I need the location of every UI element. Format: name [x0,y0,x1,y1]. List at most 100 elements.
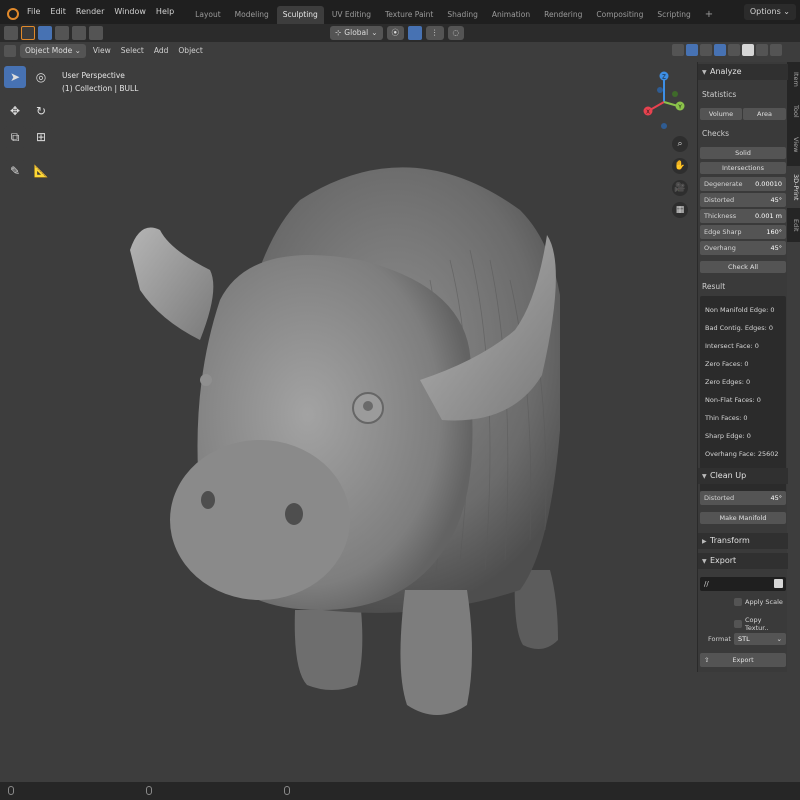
mouse-right-icon [284,786,290,795]
menu-help[interactable]: Help [151,0,179,24]
menu-edit[interactable]: Edit [45,0,71,24]
menu-render[interactable]: Render [71,0,109,24]
sidebar-tab-3d-print[interactable]: 3D-Print [787,166,800,208]
caret-down-icon: ▼ [702,69,707,76]
result-line[interactable]: Thin Faces: 0 [705,414,748,422]
export-panel-header[interactable]: ▼ Export [698,553,788,569]
check-all-button[interactable]: Check All [700,261,786,273]
sidebar-tab-item[interactable]: Item [787,66,800,92]
wireframe-shading-icon[interactable] [728,44,740,56]
result-label: Result [702,282,726,291]
overlay-icon[interactable] [700,44,712,56]
navigation-gizmo[interactable]: Z X Y [636,66,696,136]
select-tool-icon[interactable] [21,26,35,40]
format-dropdown[interactable]: STL ⌄ [734,633,786,645]
viewport-editor-icon[interactable] [4,45,16,57]
tab-shading[interactable]: Shading [441,6,483,24]
select-mode-new-icon[interactable] [38,26,52,40]
menu-view[interactable]: View [90,42,114,60]
gizmo-toggle-icon[interactable] [686,44,698,56]
measure-icon[interactable]: 📐 [30,160,52,182]
solid-button[interactable]: Solid [700,147,786,159]
intersections-button[interactable]: Intersections [700,162,786,174]
result-line[interactable]: Non-Flat Faces: 0 [705,396,761,404]
orientation-dropdown[interactable]: ⊹ Global ⌄ [330,26,383,40]
tab-animation[interactable]: Animation [486,6,536,24]
result-line[interactable]: Zero Faces: 0 [705,360,749,368]
select-mode-extend-icon[interactable] [55,26,69,40]
menu-add[interactable]: Add [151,42,172,60]
sidebar-tab-view[interactable]: View [787,130,800,160]
snap-dropdown[interactable]: ⋮ [426,26,444,40]
folder-icon[interactable] [774,579,783,588]
select-box-icon[interactable]: ➤ [4,66,26,88]
distorted-field[interactable]: Distorted 45° [700,193,786,207]
result-line[interactable]: Overhang Face: 25602 [705,450,779,458]
degenerate-field[interactable]: Degenerate 0.00010 [700,177,786,191]
tab-compositing[interactable]: Compositing [590,6,649,24]
material-shading-icon[interactable] [756,44,768,56]
rendered-shading-icon[interactable] [770,44,782,56]
select-mode-invert-icon[interactable] [89,26,103,40]
left-horn [130,227,214,340]
clean-up-panel-header[interactable]: ▼ Clean Up [698,468,788,484]
rotate-icon[interactable]: ↻ [30,100,52,122]
bull-3d-model[interactable] [120,140,560,740]
result-line[interactable]: Intersect Face: 0 [705,342,759,350]
export-button[interactable]: ⇧ Export [700,653,786,667]
transform-icon[interactable]: ⊞ [30,126,52,148]
result-line[interactable]: Bad Contig. Edges: 0 [705,324,773,332]
camera-icon[interactable]: 🎥 [672,180,688,196]
menu-window[interactable]: Window [109,0,151,24]
tab-texture-paint[interactable]: Texture Paint [379,6,439,24]
tab-scripting[interactable]: Scripting [651,6,696,24]
scale-icon[interactable]: ⧉ [4,126,26,148]
visibility-icon[interactable] [672,44,684,56]
make-manifold-button[interactable]: Make Manifold [700,512,786,524]
menu-object[interactable]: Object [175,42,205,60]
proportional-edit-toggle[interactable]: ◌ [447,26,465,40]
apply-scale-checkbox[interactable]: Apply Scale [734,598,783,606]
tab-sculpting[interactable]: Sculpting [276,6,324,24]
result-line[interactable]: Non Manifold Edge: 0 [705,306,775,314]
pivot-dropdown[interactable]: ⦿ [386,26,405,40]
annotate-icon[interactable]: ✎ [4,160,26,182]
hand-pan-icon[interactable]: ✋ [672,158,688,174]
export-path-input[interactable]: // [700,577,786,591]
transform-panel-header[interactable]: ▶ Transform [698,533,788,549]
tab-rendering[interactable]: Rendering [538,6,588,24]
analyze-panel-header[interactable]: ▼ Analyze [698,64,788,80]
xray-icon[interactable] [714,44,726,56]
zoom-icon[interactable]: ⌕ [672,136,688,152]
edge-sharp-field[interactable]: Edge Sharp 160° [700,225,786,239]
copy-textures-checkbox[interactable]: Copy Textur.. [734,616,787,632]
tab-modeling[interactable]: Modeling [229,6,275,24]
area-button[interactable]: Area [743,108,786,120]
add-workspace-button[interactable]: + [699,6,719,24]
sidebar-tab-edit[interactable]: Edit [787,212,800,238]
checkbox-box[interactable] [734,620,742,628]
options-dropdown[interactable]: Options ⌄ [743,4,796,20]
result-line[interactable]: Zero Edges: 0 [705,378,750,386]
select-mode-subtract-icon[interactable] [72,26,86,40]
grid-perspective-icon[interactable]: ▦ [672,202,688,218]
menu-select[interactable]: Select [118,42,147,60]
solid-shading-icon[interactable] [742,44,754,56]
menu-file[interactable]: File [22,0,45,24]
checkbox-box[interactable] [734,598,742,606]
editor-type-icon[interactable] [4,26,18,40]
cursor-icon[interactable]: ◎ [30,66,52,88]
x-axis-label: X [646,110,650,116]
snap-toggle[interactable] [408,26,423,40]
blender-logo-icon[interactable] [4,5,19,20]
tab-uv-editing[interactable]: UV Editing [326,6,377,24]
overhang-field[interactable]: Overhang 45° [700,241,786,255]
move-icon[interactable]: ✥ [4,100,26,122]
sidebar-tab-tool[interactable]: Tool [787,98,800,124]
result-line[interactable]: Sharp Edge: 0 [705,432,751,440]
mode-dropdown[interactable]: Object Mode ⌄ [20,44,86,58]
volume-button[interactable]: Volume [700,108,742,120]
cleanup-distorted-field[interactable]: Distorted 45° [700,491,786,505]
thickness-field[interactable]: Thickness 0.001 m [700,209,786,223]
tab-layout[interactable]: Layout [189,6,227,24]
